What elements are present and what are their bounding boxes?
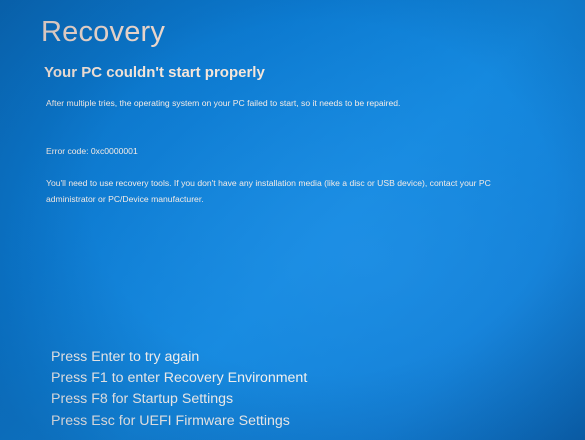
option-f1-recovery-environment[interactable]: Press F1 to enter Recovery Environment (51, 368, 307, 389)
option-enter-try-again[interactable]: Press Enter to try again (51, 347, 307, 368)
page-title: Recovery (41, 16, 166, 48)
error-code: Error code: 0xc0000001 (46, 146, 138, 156)
recovery-instructions: You'll need to use recovery tools. If yo… (46, 178, 491, 204)
page-subtitle: Your PC couldn't start properly (44, 64, 265, 81)
option-f8-startup-settings[interactable]: Press F8 for Startup Settings (51, 389, 307, 410)
option-esc-uefi-settings[interactable]: Press Esc for UEFI Firmware Settings (51, 411, 307, 432)
recovery-screen: Recovery Your PC couldn't start properly… (0, 0, 585, 440)
failure-message: After multiple tries, the operating syst… (46, 98, 401, 108)
key-options-list: Press Enter to try again Press F1 to ent… (51, 347, 307, 432)
